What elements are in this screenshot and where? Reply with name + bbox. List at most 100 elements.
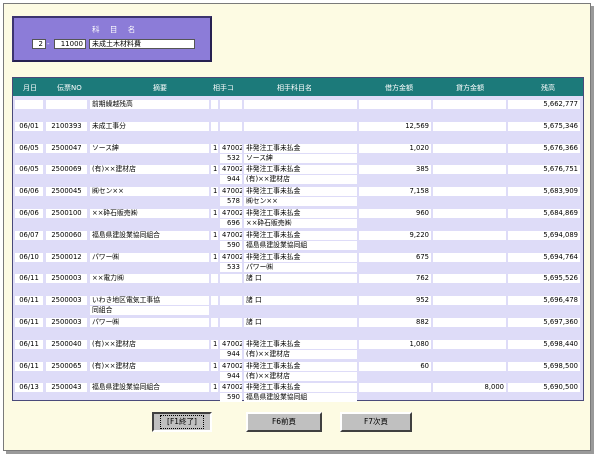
f6-prev-page-button[interactable]: F6前頁 <box>246 412 322 432</box>
date-cell: 06/11 <box>15 339 43 349</box>
summary-cell: ××砕石販売㈱ <box>90 209 209 218</box>
credit-cell <box>433 318 506 327</box>
credit-cell <box>433 165 506 175</box>
counter-name-cell: 非発注工事未払金 <box>244 165 357 175</box>
account-code-2-field[interactable]: 11000 <box>54 39 86 49</box>
ledger-window: 科 目 名 2 - 11000 未成土木材料費 月日 伝票NO 摘要 相手コ 相… <box>3 3 591 451</box>
summary-cell: (有)××建材店 <box>90 165 209 175</box>
col-credit-header: 貸方金額 <box>456 84 484 92</box>
counter-seq-cell: 1 <box>211 230 218 240</box>
table-row[interactable]: 06/06 2500045 ㈱セン×× 1 47002 578 非発注工事未払金 ㈱セン×× 7… <box>13 187 583 209</box>
slip-cell: 2500069 <box>46 165 87 175</box>
table-row[interactable]: 06/05 2500069 (有)××建材店 1 47002 944 非発注工事未払金 (有)… <box>13 165 583 187</box>
credit-cell <box>433 187 506 197</box>
debit-cell <box>359 383 431 393</box>
counter-name-cell <box>244 121 357 131</box>
counter-subcode-cell: 944 <box>220 175 242 185</box>
table-row[interactable]: 06/11 2500003 パワー㈱ 諸 口 882 5,697,360 <box>13 318 583 340</box>
slip-cell: 2500003 <box>46 318 87 327</box>
table-row[interactable]: 06/11 2500003 いわき地区電気工事協 同組合 諸 口 952 5,696,478 <box>13 296 583 318</box>
table-row[interactable]: 06/06 2500100 ××砕石販売㈱ 1 47002 696 非発注工事未払金 ××砕石… <box>13 209 583 231</box>
table-row[interactable]: 06/01 2100393 未成工事分 12,569 5,675,346 <box>13 121 583 144</box>
date-cell: 06/05 <box>15 165 43 175</box>
table-row[interactable]: 06/07 2500060 福島県建設業協同組合 1 47002 590 非発注工事未払金福… <box>13 230 583 253</box>
debit-cell: 7,158 <box>359 187 431 197</box>
counter-seq-cell: 1 <box>211 187 218 197</box>
credit-cell <box>433 100 506 109</box>
balance-cell: 5,694,764 <box>508 252 580 262</box>
table-row[interactable]: 06/11 2500003 ××電力㈱ 諸 口 762 5,695,526 <box>13 274 583 296</box>
balance-cell: 5,676,751 <box>508 165 580 175</box>
table-row[interactable]: 06/11 2500065 (有)××建材店 1 47002 944 非発注工事未払金 (有)… <box>13 361 583 384</box>
balance-cell: 5,675,346 <box>508 121 580 131</box>
balance-cell: 5,696,478 <box>508 296 580 306</box>
debit-cell: 1,080 <box>359 339 431 349</box>
summary-cell: 未成工事分 <box>90 121 209 131</box>
counter-code-cell: 47002 <box>220 339 242 349</box>
counter-code-cell <box>220 296 242 306</box>
grid-header: 月日 伝票NO 摘要 相手コ 相手科目名 借方金額 貸方金額 残高 <box>13 78 583 96</box>
credit-cell <box>433 339 506 349</box>
f1-exit-button[interactable]: [F1終了] <box>152 412 212 432</box>
counter-name-cell: 非発注工事未払金 <box>244 209 357 218</box>
balance-cell: 5,690,500 <box>508 383 580 393</box>
table-row[interactable]: 06/10 2500012 パワー㈱ 1 47002 533 非発注工事未払金 パワー㈱ 675… <box>13 252 583 275</box>
col-counter-name-header: 相手科目名 <box>277 84 312 92</box>
counter-subcode-cell: 944 <box>220 371 242 381</box>
counter-subname-cell: (有)××建材店 <box>244 371 357 381</box>
slip-cell: 2100393 <box>46 121 87 131</box>
credit-cell <box>433 230 506 240</box>
date-cell: 06/11 <box>15 361 43 371</box>
date-cell: 06/11 <box>15 296 43 306</box>
counter-subname-cell: (有)××建材店 <box>244 349 357 359</box>
counter-subname-cell: ㈱セン×× <box>244 197 357 207</box>
col-debit-header: 借方金額 <box>385 84 413 92</box>
ledger-grid: 月日 伝票NO 摘要 相手コ 相手科目名 借方金額 貸方金額 残高 前期繰越残高… <box>12 77 584 403</box>
counter-seq-cell <box>211 121 218 131</box>
counter-code-cell: 47002 <box>220 383 242 393</box>
counter-name-cell: 諸 口 <box>244 274 357 284</box>
counter-subname-cell: パワー㈱ <box>244 262 357 272</box>
account-panel: 科 目 名 2 - 11000 未成土木材料費 <box>12 16 212 62</box>
slip-cell: 2500003 <box>46 274 87 284</box>
slip-cell: 2500043 <box>46 383 87 393</box>
counter-code-cell: 47002 <box>220 252 242 262</box>
slip-cell: 2500040 <box>46 339 87 349</box>
balance-cell: 5,698,440 <box>508 339 580 349</box>
balance-cell: 5,694,089 <box>508 230 580 240</box>
table-row[interactable]: 06/11 2500040 (有)××建材店 1 47002 944 非発注工事未払金 (有)… <box>13 339 583 362</box>
summary-cell: 福島県建設業協同組合 <box>90 230 209 240</box>
counter-seq-cell <box>211 100 218 109</box>
counter-seq-cell: 1 <box>211 165 218 175</box>
counter-seq-cell: 1 <box>211 252 218 262</box>
counter-code-cell <box>220 274 242 284</box>
button-bar: [F1終了] F6前頁 F7次頁 <box>4 402 590 442</box>
counter-code-cell: 47002 <box>220 209 242 218</box>
summary-cell: (有)××建材店 <box>90 361 209 371</box>
balance-cell: 5,683,909 <box>508 187 580 197</box>
debit-cell: 385 <box>359 165 431 175</box>
counter-seq-cell <box>211 274 218 284</box>
credit-cell <box>433 209 506 218</box>
account-name-field: 未成土木材料費 <box>89 39 195 49</box>
counter-code-cell <box>220 121 242 131</box>
slip-cell: 2500003 <box>46 296 87 306</box>
f7-next-page-button[interactable]: F7次頁 <box>340 412 412 432</box>
summary-cell: ××電力㈱ <box>90 274 209 284</box>
counter-code-cell: 47002 <box>220 165 242 175</box>
account-code-1-field[interactable]: 2 <box>32 39 46 49</box>
counter-code-cell: 47002 <box>220 230 242 240</box>
debit-cell: 762 <box>359 274 431 284</box>
table-row[interactable]: 06/05 2500047 ソース紳 1 47002 532 非発注工事未払金 ソース紳 1,0… <box>13 143 583 166</box>
counter-seq-cell: 1 <box>211 209 218 218</box>
counter-seq-cell: 1 <box>211 361 218 371</box>
summary-cell: パワー㈱ <box>90 252 209 262</box>
credit-cell: 8,000 <box>433 383 506 393</box>
counter-subcode-cell: 578 <box>220 197 242 207</box>
date-cell: 06/13 <box>15 383 43 393</box>
table-row[interactable]: 前期繰越残高 5,662,777 <box>13 100 583 122</box>
date-cell: 06/07 <box>15 230 43 240</box>
debit-cell: 1,020 <box>359 143 431 153</box>
counter-name-cell: 非発注工事未払金 <box>244 143 357 153</box>
debit-cell: 960 <box>359 209 431 218</box>
